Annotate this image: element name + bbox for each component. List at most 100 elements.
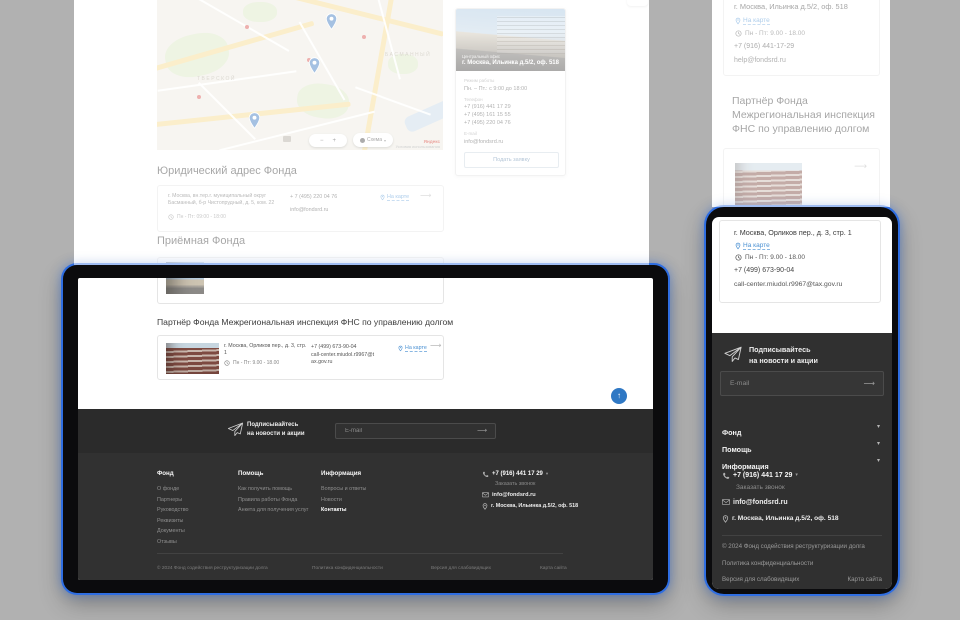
map-park [295, 81, 351, 122]
footer-email-row[interactable]: info@fondsrd.ru [722, 499, 788, 506]
partner-map-link[interactable]: На карте [735, 242, 770, 250]
footer-link-contacts[interactable]: Контакты [321, 505, 401, 516]
subscribe-text: Подписывайтесь на новости и акции [749, 344, 818, 366]
phone-number[interactable]: +7 (916) 441 17 29 [464, 103, 557, 111]
legal-phone[interactable]: + 7 (495) 220 04 76 [290, 194, 337, 200]
map-terms-link[interactable]: Условия использования [396, 144, 440, 149]
submit-arrow-icon[interactable]: ⟶ [864, 379, 875, 388]
scroll-to-top-button[interactable]: ↑ [611, 388, 627, 404]
accordion-fund[interactable]: Фонд ▾ [722, 422, 882, 436]
arrow-right-icon[interactable]: ⟶ [420, 191, 431, 200]
footer-accessibility-link[interactable]: Версия для слабовидящих [722, 576, 799, 583]
map-pin[interactable] [248, 112, 261, 129]
partner-schedule-text: Пн - Пт: 9.00 - 18.00 [233, 360, 279, 366]
central-office-card: Центральный офис г. Москва, Ильинка д.5/… [455, 8, 566, 176]
footer-link[interactable]: Реквизиты [157, 516, 237, 527]
footer-accessibility-link[interactable]: Версия для слабовидящих [431, 566, 491, 571]
footer-link[interactable]: Отзывы [157, 537, 237, 548]
footer-phone[interactable]: +7 (916) 441 17 29 [733, 472, 792, 479]
photo-caption: Центральный офис г. Москва, Ильинка д.5/… [462, 54, 560, 68]
footer-phone-row[interactable]: +7 (916) 441 17 29 ▾ [482, 471, 548, 478]
reception-map-link[interactable]: На карте [735, 17, 770, 25]
footer-phone[interactable]: +7 (916) 441 17 29 [492, 471, 543, 477]
submit-arrow-icon[interactable]: ⟶ [477, 427, 487, 435]
partner-email[interactable]: call-center.miudol.r9967@tax.gov.ru [311, 352, 377, 365]
footer-privacy-link[interactable]: Политика конфиденциальности [312, 566, 383, 571]
footer-link[interactable]: Анкета для получения услуг [238, 505, 318, 516]
reception-phone[interactable]: +7 (916) 441-17-29 [734, 43, 794, 50]
apply-button[interactable]: Подать заявку [464, 152, 559, 168]
map-pin[interactable] [308, 57, 321, 74]
reception-card: Пн - Пт: 9.00 - 18.00 help@fondsrd.ru [157, 278, 444, 304]
footer-column-info: Информация Вопросы и ответы Новости Конт… [321, 470, 401, 516]
pin-icon [735, 17, 741, 25]
subscribe-email-input[interactable] [721, 372, 883, 395]
partner-schedule: Пн - Пт: 9.00 - 18.00 [224, 360, 279, 366]
chevron-down-icon[interactable]: ▾ [546, 471, 548, 477]
footer-link[interactable]: О фонде [157, 484, 237, 495]
chevron-down-icon[interactable]: ▾ [795, 472, 798, 478]
zoom-in-button[interactable]: + [333, 138, 337, 144]
footer-privacy-link[interactable]: Политика конфиденциальности [722, 560, 813, 567]
pin-icon [482, 503, 488, 510]
accordion-title: Информация [722, 462, 769, 471]
footer-email-row[interactable]: info@fondsrd.ru [482, 492, 536, 498]
subscribe-line1: Подписывайтесь [749, 344, 818, 355]
site-footer-mobile: Подписывайтесь на новости и акции ⟶ Фонд… [712, 333, 892, 589]
footer-link[interactable]: Как получить помощь [238, 484, 318, 495]
reception-email[interactable]: help@fondsrd.ru [734, 57, 786, 64]
reception-card-partial [157, 257, 444, 265]
phone-number[interactable]: +7 (495) 161 15 55 [464, 111, 557, 119]
footer-phone-row[interactable]: +7 (916) 441 17 29 ▾ [722, 472, 798, 480]
callback-link[interactable]: Заказать звонок [736, 484, 785, 491]
partner-map-link[interactable]: На карте [398, 345, 427, 352]
partner-building-photo [735, 163, 802, 207]
legal-map-link[interactable]: На карте [380, 194, 409, 201]
footer-email[interactable]: info@fondsrd.ru [733, 499, 788, 506]
map[interactable]: ТВЕРСКОЙ БАСМАННЫЙ − + Схема ▾ Яндекс Ус… [157, 0, 443, 150]
footer-link[interactable]: Новости [321, 495, 401, 506]
clock-icon [735, 30, 742, 37]
footer-link[interactable]: Документы [157, 526, 237, 537]
legal-email[interactable]: info@fondsrd.ru [290, 207, 328, 213]
phone-label: Телефон [464, 97, 557, 102]
chevron-down-icon: ▾ [384, 138, 386, 143]
subscribe-email-input[interactable] [336, 424, 495, 438]
pin-icon [380, 194, 385, 201]
footer-link[interactable]: Партнеры [157, 495, 237, 506]
callback-link[interactable]: Заказать звонок [495, 481, 535, 487]
footer-link[interactable]: Вопросы и ответы [321, 484, 401, 495]
arrow-right-icon[interactable]: ⟶ [854, 161, 867, 172]
legal-schedule: Пн - Пт: 09:00 - 18:00 [168, 214, 226, 220]
legal-schedule-text: Пн - Пт: 09:00 - 18:00 [177, 214, 226, 220]
map-road [360, 0, 394, 150]
footer-address-row: г. Москва, Ильинка д.5/2, оф. 518 [482, 503, 578, 510]
map-metro-marker [245, 25, 249, 29]
schedule-value: Пн. – Пт.: с 9:00 до 18:00 [464, 85, 557, 93]
partner-phone[interactable]: +7 (499) 673-90-04 [311, 344, 357, 350]
accordion-help[interactable]: Помощь ▾ [722, 439, 882, 453]
footer-sitemap-link[interactable]: Карта сайта [540, 566, 567, 571]
partner-phone[interactable]: +7 (499) 673-90-04 [734, 267, 794, 274]
partial-element [627, 0, 648, 6]
footer-link[interactable]: Правила работы Фонда [238, 495, 318, 506]
subscribe-input-wrap: ⟶ [335, 423, 496, 439]
map-pin[interactable] [325, 13, 338, 30]
accordion-info[interactable]: Информация ▾ [722, 456, 882, 470]
footer-email[interactable]: info@fondsrd.ru [492, 492, 536, 498]
zoom-out-button[interactable]: − [320, 138, 324, 144]
footer-sitemap-link[interactable]: Карта сайта [848, 576, 882, 583]
map-metro-marker [197, 95, 201, 99]
map-railway [433, 0, 443, 73]
arrow-right-icon[interactable]: ⟶ [430, 341, 441, 350]
email-value[interactable]: info@fondsrd.ru [464, 138, 557, 146]
map-layers-button[interactable]: Схема ▾ [353, 133, 393, 147]
email-label: E-mail [464, 131, 557, 136]
footer-column-title: Помощь [238, 470, 318, 477]
footer-divider [157, 553, 563, 554]
chevron-down-icon: ▾ [877, 457, 880, 464]
phone-icon [722, 472, 730, 480]
partner-email[interactable]: call-center.miudol.r9967@tax.gov.ru [734, 281, 842, 288]
phone-number[interactable]: +7 (495) 220 04 76 [464, 119, 557, 127]
footer-link[interactable]: Руководство [157, 505, 237, 516]
